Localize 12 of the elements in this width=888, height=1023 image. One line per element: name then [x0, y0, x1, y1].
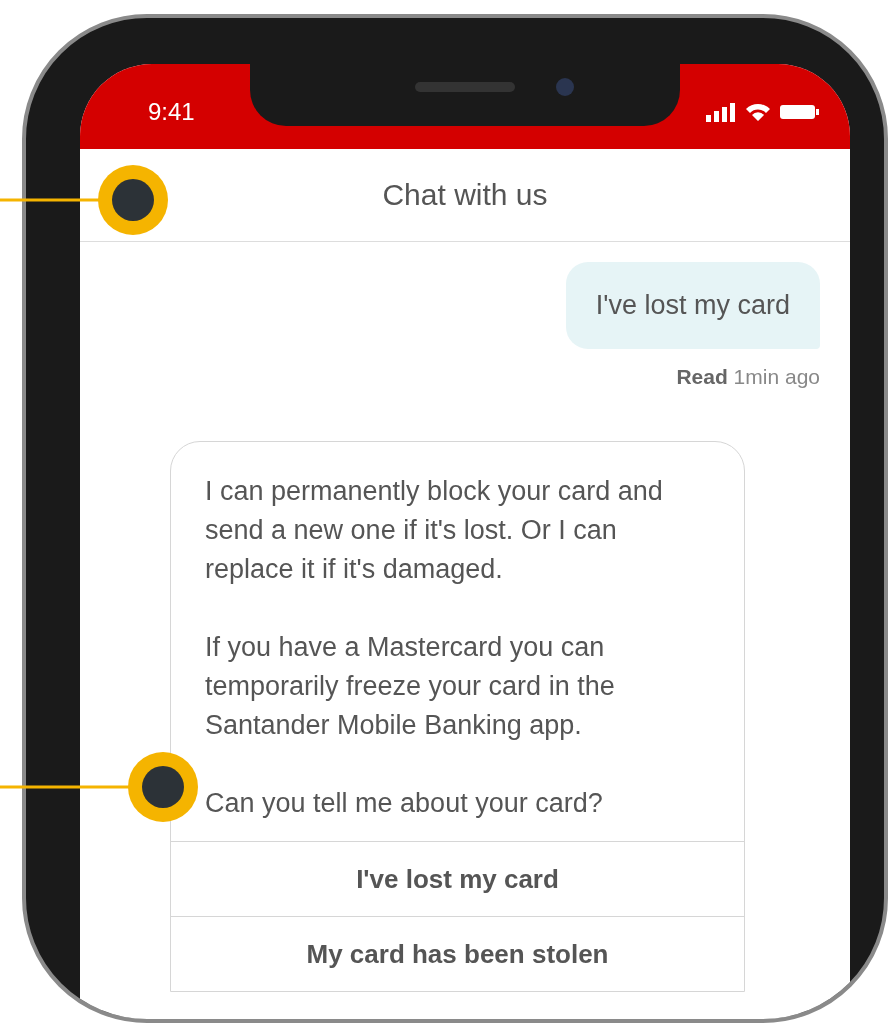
- camera-icon: [556, 78, 574, 96]
- message-paragraph: Can you tell me about your card?: [205, 787, 604, 820]
- screen-title: Chat with us: [382, 178, 548, 212]
- speaker-icon: [415, 82, 515, 92]
- wifi-icon: [744, 101, 772, 122]
- message-paragraph: I can permanently block your card and send a new one if it's lost. Or I can replace it if it's damaged.: [205, 475, 664, 586]
- user-message-bubble: I've lost my card: [565, 262, 820, 349]
- status-time: 9:41: [148, 97, 195, 126]
- read-receipt: Read 1min ago: [676, 365, 820, 389]
- message-paragraph: If you have a Mastercard you can temporarily freeze your card in the Santander Mobile Banking app.: [205, 631, 616, 742]
- signal-icon: [706, 101, 736, 122]
- battery-icon: [780, 102, 820, 121]
